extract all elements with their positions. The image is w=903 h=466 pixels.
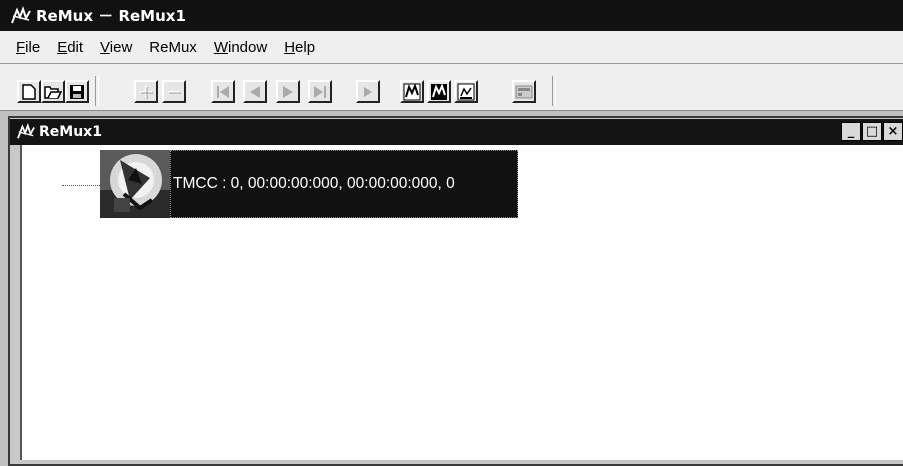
app-titlebar[interactable]: ReMux － ReMux1 bbox=[0, 0, 903, 31]
remux-tool-3-button[interactable] bbox=[454, 80, 478, 103]
step-back-icon bbox=[250, 85, 260, 98]
open-folder-icon bbox=[44, 86, 62, 99]
remux-tool-1-button[interactable] bbox=[400, 80, 424, 103]
open-button[interactable] bbox=[41, 80, 65, 103]
close-button[interactable]: × bbox=[883, 122, 903, 141]
save-icon bbox=[70, 84, 84, 99]
remux-logo-icon bbox=[11, 5, 31, 23]
remove-icon bbox=[168, 90, 181, 93]
save-button[interactable] bbox=[65, 80, 89, 103]
tree-item-label[interactable]: TMCC : 0, 00:00:00:000, 00:00:00:000, 0 bbox=[170, 150, 518, 218]
play-button[interactable] bbox=[356, 80, 380, 103]
menubar: File Edit View ReMux Window Help bbox=[0, 31, 903, 64]
menu-window[interactable]: Window bbox=[214, 39, 267, 56]
remux-tool-2-icon bbox=[431, 82, 447, 100]
toolbar-separator bbox=[552, 76, 556, 106]
play-icon bbox=[364, 86, 372, 97]
step-forward-button[interactable] bbox=[276, 80, 300, 103]
remove-button[interactable] bbox=[162, 80, 186, 103]
remux-tool-2-button[interactable] bbox=[427, 80, 451, 103]
step-back-button[interactable] bbox=[243, 80, 267, 103]
minimize-button[interactable]: _ bbox=[841, 122, 861, 141]
menu-remux[interactable]: ReMux bbox=[149, 39, 197, 56]
settings-panel-icon bbox=[515, 85, 533, 98]
skip-to-end-icon bbox=[314, 85, 326, 98]
settings-panel-button[interactable] bbox=[512, 80, 536, 103]
skip-to-end-button[interactable] bbox=[308, 80, 332, 103]
skip-to-start-button[interactable] bbox=[211, 80, 235, 103]
stream-thumbnail-icon[interactable] bbox=[100, 150, 170, 218]
new-document-button[interactable] bbox=[17, 80, 41, 103]
toolbar-separator bbox=[95, 76, 99, 106]
child-window-title: ReMux1 bbox=[39, 124, 102, 140]
step-forward-icon bbox=[283, 85, 293, 98]
new-document-icon bbox=[22, 83, 36, 100]
add-button[interactable] bbox=[134, 80, 158, 103]
menu-file[interactable]: File bbox=[16, 39, 40, 56]
add-icon bbox=[140, 85, 153, 99]
child-window-titlebar[interactable]: ReMux1 _ □ × bbox=[10, 119, 903, 145]
tree-view[interactable]: TMCC : 0, 00:00:00:000, 00:00:00:000, 0 bbox=[20, 145, 903, 460]
remux-tool-1-icon bbox=[403, 82, 421, 100]
window-controls: _ □ × bbox=[840, 122, 903, 141]
remux-tool-3-icon bbox=[457, 83, 475, 100]
toolbar bbox=[0, 64, 903, 111]
skip-to-start-icon bbox=[217, 85, 229, 98]
menu-view[interactable]: View bbox=[100, 39, 132, 56]
menu-help[interactable]: Help bbox=[284, 39, 315, 56]
menu-edit[interactable]: Edit bbox=[57, 39, 83, 56]
app-title: ReMux － ReMux1 bbox=[36, 7, 186, 25]
remux-logo-icon bbox=[17, 123, 35, 139]
maximize-button[interactable]: □ bbox=[862, 122, 882, 141]
